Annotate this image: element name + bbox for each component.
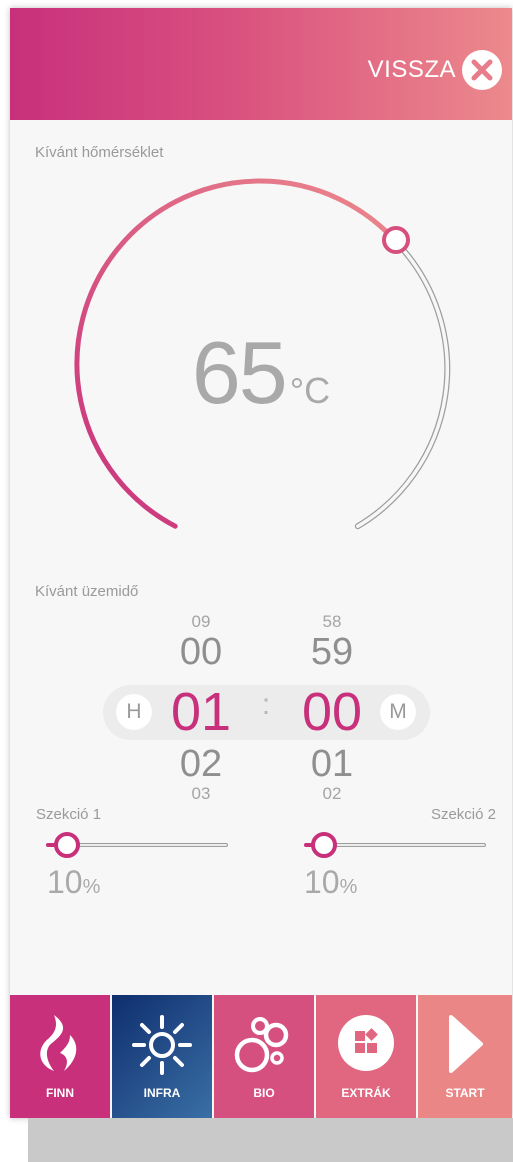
minutes-option[interactable]: 01 — [277, 744, 387, 784]
section-2-label: Szekció 2 — [430, 806, 496, 823]
sun-icon — [132, 1015, 192, 1075]
section-1-unit: % — [82, 876, 101, 898]
tab-extrak[interactable]: EXTRÁK — [316, 995, 418, 1118]
dial-handle[interactable] — [382, 226, 410, 254]
hours-option[interactable]: 02 — [146, 744, 256, 784]
section-1-slider-handle[interactable] — [54, 832, 80, 858]
tab-finn-label: FINN — [46, 1086, 74, 1100]
section-2-value: 10% — [304, 864, 357, 901]
section-2-unit: % — [339, 876, 358, 898]
section-2-slider[interactable] — [298, 830, 498, 860]
extras-icon — [338, 1015, 394, 1071]
hours-option[interactable]: 03 — [146, 785, 256, 803]
tab-extrak-label: EXTRÁK — [341, 1086, 391, 1100]
section-2-slider-handle[interactable] — [311, 832, 337, 858]
hours-selected[interactable]: 01 — [146, 682, 256, 742]
section-1-label: Szekció 1 — [36, 806, 102, 823]
temperature-unit: °C — [289, 370, 331, 411]
section-2-percent: 10 — [304, 864, 340, 900]
mode-tab-bar: FINN INFRA BIO EXTRÁK START — [10, 995, 512, 1118]
section-1-percent: 10 — [47, 864, 83, 900]
temperature-value: 65 — [191, 323, 288, 422]
bubbles-icon — [234, 1017, 289, 1073]
play-icon — [449, 1015, 483, 1073]
tab-finn[interactable]: FINN — [10, 995, 112, 1118]
runtime-label: Kívánt üzemidő — [35, 583, 139, 600]
minutes-selected[interactable]: 00 — [277, 682, 387, 742]
flame-icon — [40, 1015, 77, 1071]
tab-infra-label: INFRA — [143, 1086, 181, 1100]
minutes-option[interactable]: 58 — [277, 613, 387, 631]
tab-bio[interactable]: BIO — [214, 995, 316, 1118]
close-icon — [462, 50, 502, 90]
hours-option[interactable]: 09 — [146, 613, 256, 631]
back-button[interactable]: VISSZA — [368, 50, 502, 90]
app-screen: VISSZA Kívánt hőmérséklet 65 °C Kívánt üz… — [10, 8, 512, 1118]
tab-start-label: START — [445, 1086, 485, 1100]
tab-infra[interactable]: INFRA — [112, 995, 214, 1118]
hours-option[interactable]: 00 — [146, 632, 256, 672]
minutes-option[interactable]: 02 — [277, 785, 387, 803]
tab-bio-label: BIO — [253, 1086, 275, 1100]
section-1-value: 10% — [47, 864, 100, 901]
tab-start[interactable]: START — [418, 995, 512, 1118]
header-bar: VISSZA — [10, 8, 512, 120]
bottom-shadow — [28, 1118, 513, 1162]
time-separator: : — [261, 688, 271, 721]
temperature-readout: 65 °C — [10, 323, 512, 441]
minutes-option[interactable]: 59 — [277, 632, 387, 672]
section-1-slider[interactable] — [40, 830, 240, 860]
back-button-label: VISSZA — [367, 56, 456, 83]
